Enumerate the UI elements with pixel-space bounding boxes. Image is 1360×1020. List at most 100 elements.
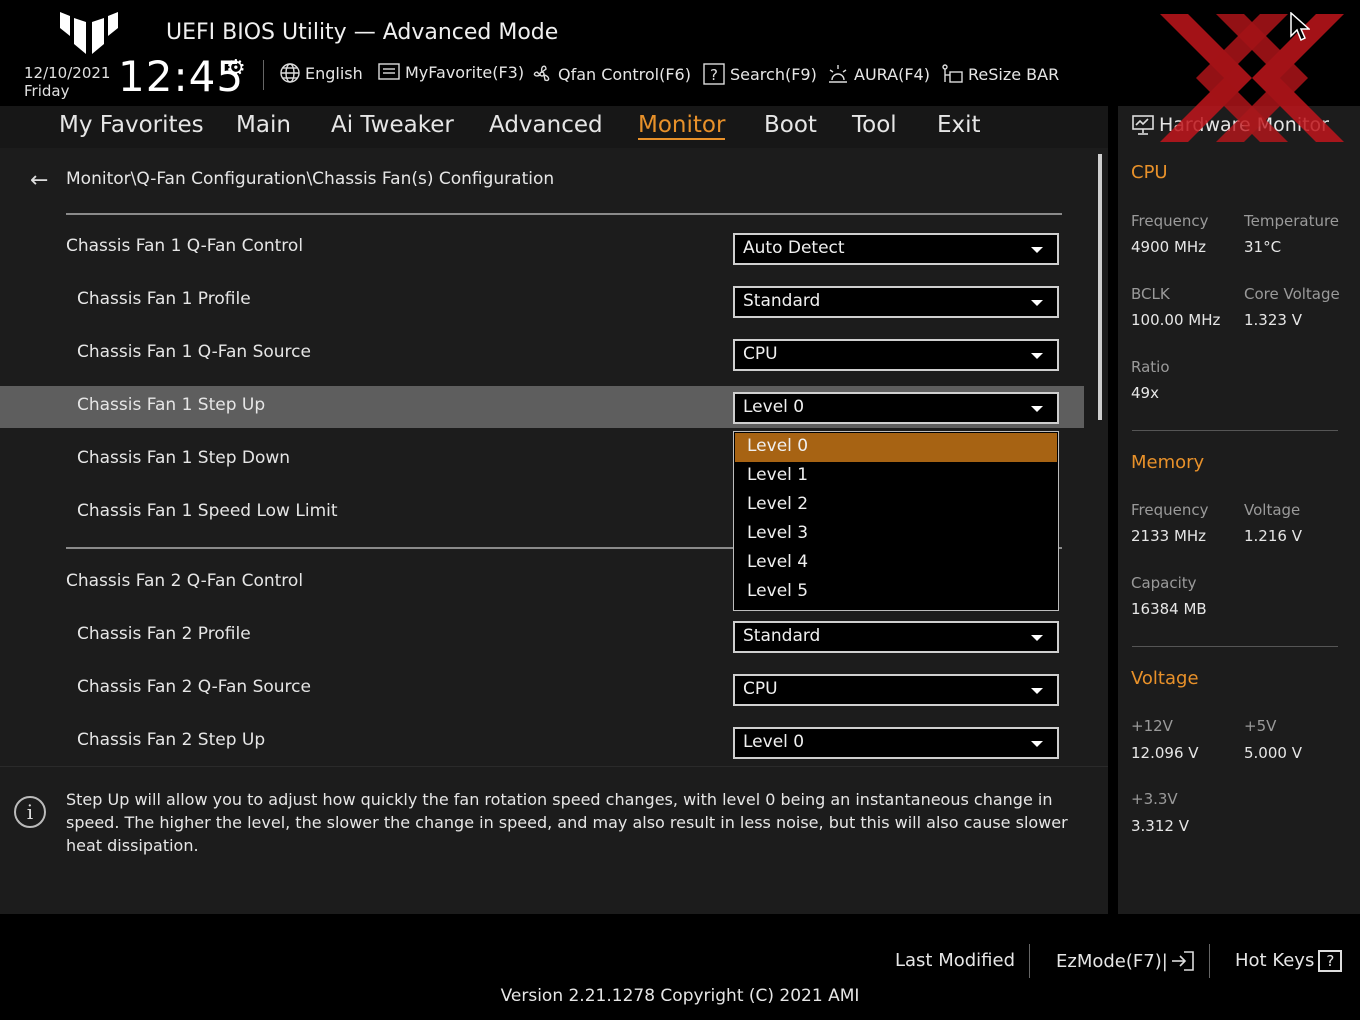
tab-ai-tweaker[interactable]: Ai Tweaker bbox=[331, 112, 454, 138]
dropdown-option[interactable]: Level 4 bbox=[735, 549, 1057, 578]
last-modified-button[interactable]: Last Modified bbox=[895, 950, 1015, 971]
bclk-label: BCLK bbox=[1131, 285, 1170, 303]
language-label: English bbox=[305, 63, 363, 83]
setting-label[interactable]: Chassis Fan 1 Speed Low Limit bbox=[77, 501, 338, 521]
search-button[interactable]: ? Search(F9) bbox=[702, 62, 817, 86]
dropdown-option[interactable]: Level 0 bbox=[735, 433, 1057, 462]
breadcrumb: Monitor\Q-Fan Configuration\Chassis Fan(… bbox=[66, 169, 555, 189]
fan1-qfan-source-select[interactable]: CPU bbox=[733, 339, 1059, 371]
tab-main[interactable]: Main bbox=[236, 112, 291, 138]
tab-advanced[interactable]: Advanced bbox=[489, 112, 603, 138]
memory-voltage-value: 1.216 V bbox=[1244, 527, 1302, 545]
fan2-step-up-select[interactable]: Level 0 bbox=[733, 727, 1059, 759]
dropdown-arrow-icon bbox=[1031, 300, 1043, 306]
resize-bar-button[interactable]: ReSize BAR bbox=[940, 62, 1059, 86]
myfavorite-label: MyFavorite(F3) bbox=[405, 62, 525, 82]
dropdown-option[interactable]: Level 5 bbox=[735, 578, 1057, 607]
fan-icon bbox=[533, 65, 550, 82]
dropdown-arrow-icon bbox=[1031, 741, 1043, 747]
ratio-value: 49x bbox=[1131, 384, 1159, 402]
section-divider bbox=[66, 213, 1062, 215]
aura-label: AURA(F4) bbox=[854, 64, 930, 84]
step-up-dropdown-list: Level 0 Level 1 Level 2 Level 3 Level 4 … bbox=[733, 431, 1059, 611]
day-text: Friday bbox=[24, 82, 70, 100]
gear-icon[interactable]: ⚙ bbox=[226, 56, 246, 81]
svg-text:?: ? bbox=[710, 66, 718, 84]
voltage-heading: Voltage bbox=[1131, 668, 1199, 689]
setting-label: Chassis Fan 2 Q-Fan Source bbox=[77, 677, 311, 697]
v33-value: 3.312 V bbox=[1131, 817, 1189, 835]
toolbar-divider bbox=[263, 60, 264, 90]
tab-monitor[interactable]: Monitor bbox=[638, 112, 726, 140]
cpu-frequency-value: 4900 MHz bbox=[1131, 238, 1207, 256]
v33-label: +3.3V bbox=[1131, 790, 1178, 808]
cpu-temperature-value: 31°C bbox=[1244, 238, 1282, 256]
hotkeys-button[interactable]: Hot Keys? bbox=[1235, 950, 1343, 972]
v5-value: 5.000 V bbox=[1244, 744, 1302, 762]
cpu-frequency-label: Frequency bbox=[1131, 212, 1209, 230]
cpu-temperature-label: Temperature bbox=[1244, 212, 1340, 230]
select-value: CPU bbox=[743, 679, 778, 699]
setting-label: Chassis Fan 2 Profile bbox=[77, 624, 251, 644]
language-button[interactable]: English bbox=[279, 62, 363, 84]
tab-exit[interactable]: Exit bbox=[937, 112, 981, 138]
v12-label: +12V bbox=[1131, 717, 1173, 735]
aura-button[interactable]: AURA(F4) bbox=[826, 62, 930, 86]
fan1-profile-select[interactable]: Standard bbox=[733, 286, 1059, 318]
ezmode-label: EzMode(F7)| bbox=[1056, 950, 1168, 972]
search-help-icon: ? bbox=[703, 63, 725, 85]
tab-tool[interactable]: Tool bbox=[852, 112, 897, 138]
date-text: 12/10/2021 bbox=[24, 64, 111, 82]
globe-icon bbox=[280, 63, 300, 83]
date-display: 12/10/2021 Friday bbox=[24, 64, 110, 100]
core-voltage-label: Core Voltage bbox=[1244, 285, 1340, 303]
footer-divider bbox=[1029, 944, 1030, 978]
select-value: CPU bbox=[743, 344, 778, 364]
fan1-step-up-select[interactable]: Level 0 bbox=[733, 392, 1059, 424]
fan1-qfan-control-select[interactable]: Auto Detect bbox=[733, 233, 1059, 265]
tuf-logo-icon bbox=[60, 12, 118, 54]
help-text: Step Up will allow you to adjust how qui… bbox=[66, 790, 1068, 855]
select-value: Standard bbox=[743, 626, 821, 646]
fan2-qfan-source-select[interactable]: CPU bbox=[733, 674, 1059, 706]
qfan-label: Qfan Control(F6) bbox=[558, 64, 691, 84]
info-icon: i bbox=[14, 796, 46, 828]
myfavorite-button[interactable]: MyFavorite(F3) bbox=[377, 62, 524, 82]
tab-my-favorites[interactable]: My Favorites bbox=[59, 112, 204, 138]
qfan-button[interactable]: Qfan Control(F6) bbox=[530, 62, 691, 86]
setting-label[interactable]: Chassis Fan 1 Step Down bbox=[77, 448, 290, 468]
dropdown-option[interactable]: Level 2 bbox=[735, 491, 1057, 520]
dropdown-option[interactable]: Level 3 bbox=[735, 520, 1057, 549]
monitor-divider bbox=[1132, 646, 1338, 647]
v5-label: +5V bbox=[1244, 717, 1277, 735]
memory-voltage-label: Voltage bbox=[1244, 501, 1301, 519]
version-text: Version 2.21.1278 Copyright (C) 2021 AMI bbox=[500, 986, 860, 1006]
scrollbar[interactable] bbox=[1098, 154, 1102, 420]
favorite-list-icon bbox=[378, 63, 400, 80]
dropdown-option[interactable]: Level 1 bbox=[735, 462, 1057, 491]
v12-value: 12.096 V bbox=[1131, 744, 1199, 762]
bclk-value: 100.00 MHz bbox=[1131, 311, 1221, 329]
tab-boot[interactable]: Boot bbox=[764, 112, 817, 138]
setting-label: Chassis Fan 1 Q-Fan Control bbox=[66, 236, 304, 256]
setting-label: Chassis Fan 1 Profile bbox=[77, 289, 251, 309]
select-value: Level 0 bbox=[743, 397, 805, 417]
core-voltage-value: 1.323 V bbox=[1244, 311, 1302, 329]
fan2-profile-select[interactable]: Standard bbox=[733, 621, 1059, 653]
help-question-icon: ? bbox=[1318, 950, 1343, 972]
setting-label[interactable]: Chassis Fan 2 Q-Fan Control bbox=[66, 571, 303, 591]
search-label: Search(F9) bbox=[730, 64, 817, 84]
back-arrow-icon[interactable]: ← bbox=[30, 168, 48, 193]
setting-label[interactable]: Chassis Fan 1 Step Up bbox=[77, 395, 265, 415]
resize-bar-label: ReSize BAR bbox=[968, 64, 1060, 84]
capacity-label: Capacity bbox=[1131, 574, 1197, 592]
dropdown-arrow-icon bbox=[1031, 688, 1043, 694]
ezmode-button[interactable]: EzMode(F7)| bbox=[1056, 950, 1196, 972]
select-value: Auto Detect bbox=[743, 238, 845, 258]
capacity-value: 16384 MB bbox=[1131, 600, 1207, 618]
resize-bar-icon bbox=[942, 64, 963, 83]
mouse-cursor-icon bbox=[1290, 12, 1310, 42]
memory-frequency-label: Frequency bbox=[1131, 501, 1209, 519]
dropdown-arrow-icon bbox=[1031, 353, 1043, 359]
aura-light-icon bbox=[829, 65, 847, 83]
